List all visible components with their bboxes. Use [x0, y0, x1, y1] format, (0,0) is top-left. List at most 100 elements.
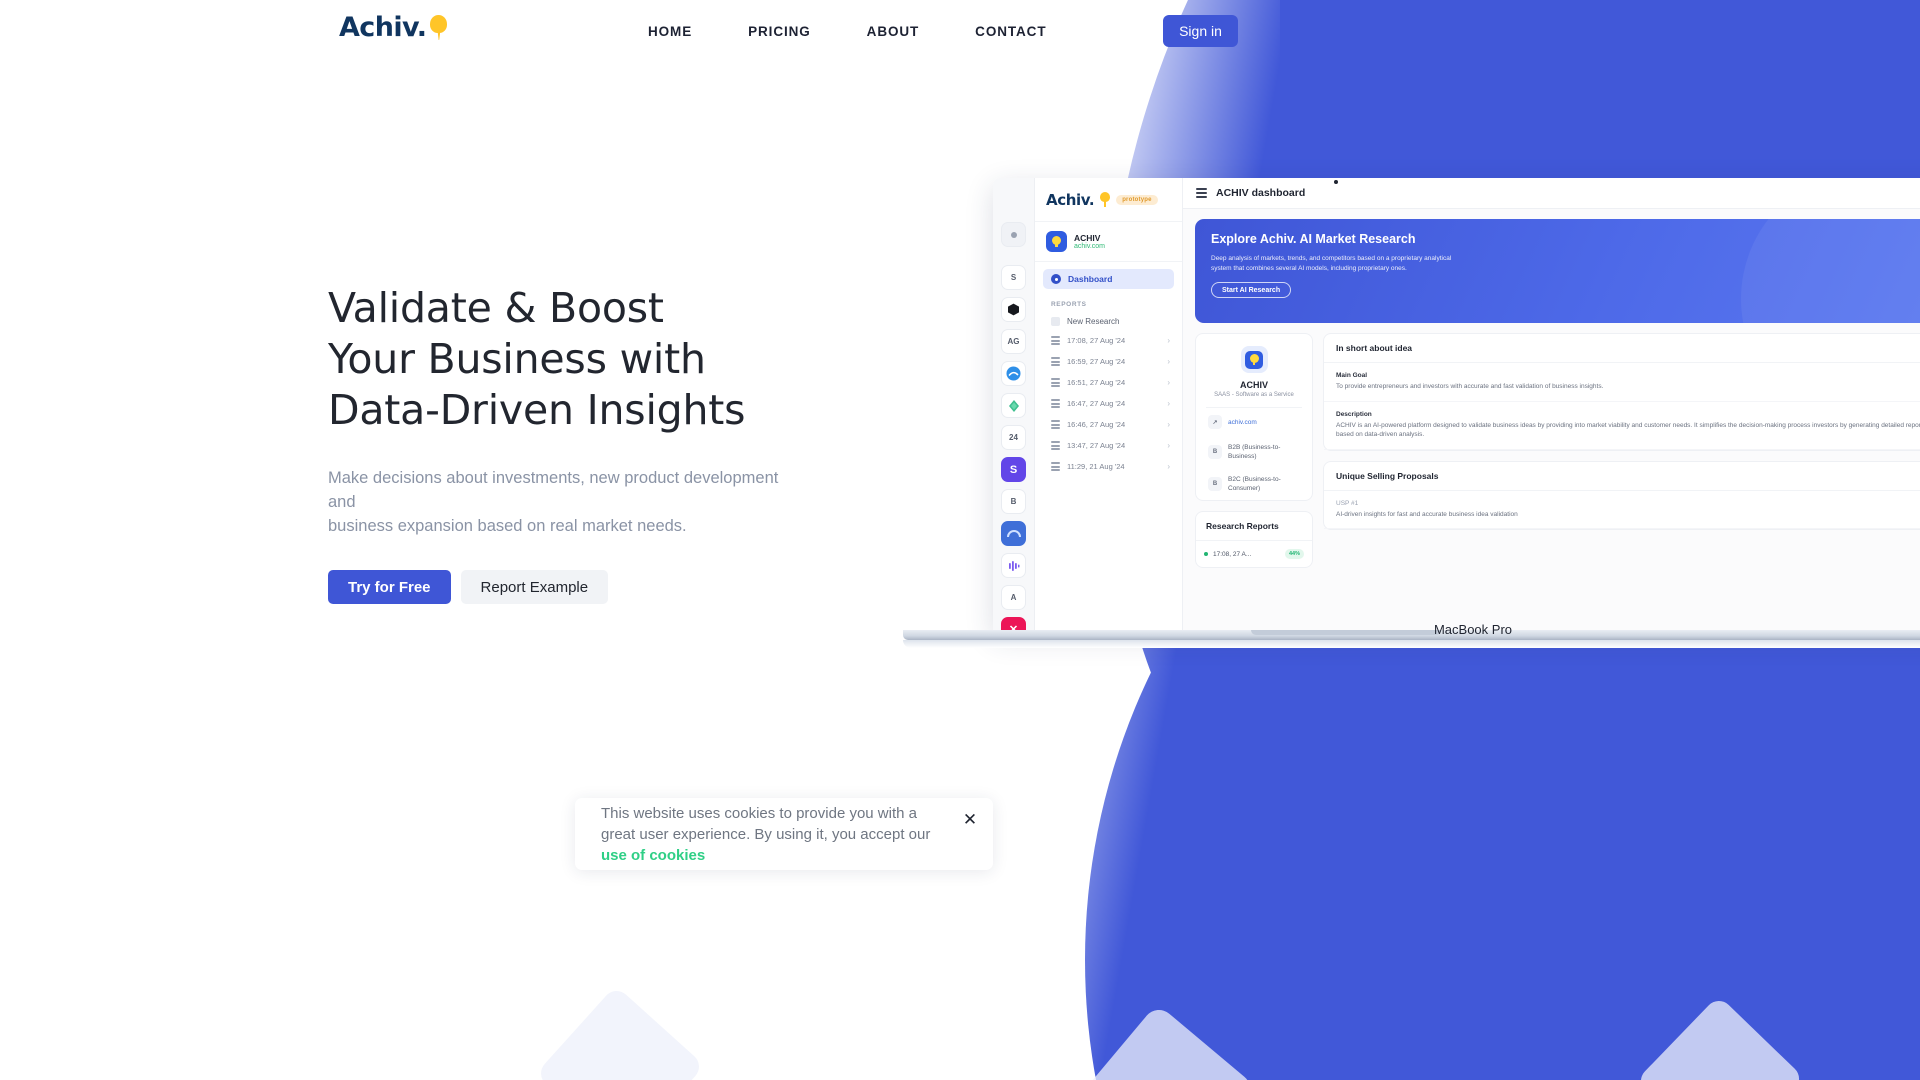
usp-panel-title: Unique Selling Proposals — [1324, 462, 1920, 491]
report-icon — [1051, 420, 1060, 429]
start-ai-research-button[interactable]: Start AI Research — [1211, 282, 1292, 298]
workspace-switcher[interactable]: ACHIV achiv.com — [1035, 222, 1182, 262]
idea-summary-panel: In short about idea Main Goal To provide… — [1323, 333, 1920, 451]
report-list-item[interactable]: 16:46, 27 Aug '24 › — [1035, 414, 1182, 435]
promo-subtitle: Deep analysis of markets, trends, and co… — [1211, 255, 1452, 272]
cookie-message: This website uses cookies to provide you… — [601, 804, 931, 843]
prototype-badge: prototype — [1116, 194, 1158, 205]
dashboard-logo[interactable]: Achiv. prototype — [1035, 178, 1182, 222]
try-for-free-button[interactable]: Try for Free — [328, 570, 451, 604]
balloon-icon — [430, 15, 448, 41]
workspace-avatar-dot-icon[interactable] — [1001, 222, 1026, 247]
hamburger-menu-icon[interactable] — [1196, 188, 1207, 198]
dashboard-icon — [1051, 274, 1061, 284]
report-list-item[interactable]: 13:47, 27 Aug '24 › — [1035, 435, 1182, 456]
sidebar-item-dashboard[interactable]: Dashboard — [1043, 269, 1174, 289]
report-icon — [1051, 399, 1060, 408]
report-icon — [1051, 462, 1060, 471]
nav-item-contact[interactable]: CONTACT — [947, 24, 1074, 39]
report-icon — [1051, 336, 1060, 345]
ai-research-promo-card: Explore Achiv. AI Market Research Deep a… — [1195, 219, 1920, 323]
company-card: ACHIV SAAS - Software as a Service ↗ ach… — [1195, 333, 1313, 501]
report-icon — [1051, 378, 1060, 387]
idea-panel-section: Description ACHIV is an AI-powered platf… — [1324, 402, 1920, 450]
chevron-right-icon: › — [1167, 462, 1170, 471]
status-dot-icon — [1204, 552, 1208, 556]
company-url-row[interactable]: ↗ achiv.com — [1206, 408, 1302, 436]
report-time: 11:29, 21 Aug '24 — [1067, 462, 1125, 471]
dashboard-right-column: In short about idea Main Goal To provide… — [1323, 333, 1920, 631]
research-report-row[interactable]: 17:08, 27 A... 44% — [1196, 541, 1312, 567]
page-title: Validate & Boost Your Business with Data… — [328, 284, 746, 434]
report-list-item[interactable]: 16:51, 27 Aug '24 › — [1035, 372, 1182, 393]
cookie-text: This website uses cookies to provide you… — [601, 803, 931, 866]
dashboard-grid: ACHIV SAAS - Software as a Service ↗ ach… — [1183, 323, 1920, 631]
idea-panel-title: In short about idea — [1324, 334, 1920, 363]
watermark-shape — [535, 985, 705, 1080]
new-research-icon — [1051, 317, 1060, 326]
report-time: 13:47, 27 Aug '24 — [1067, 441, 1126, 450]
site-header: Achiv. HOME PRICING ABOUT CONTACT Sign i… — [0, 0, 1920, 62]
balloon-icon — [1100, 192, 1111, 207]
workspace-bulb-icon — [1046, 231, 1067, 252]
usp-text: AI-driven insights for fast and accurate… — [1336, 510, 1518, 518]
report-list-item[interactable]: 17:08, 27 Aug '24 › — [1035, 330, 1182, 351]
segment-label: B2C (Business-to-Consumer) — [1228, 476, 1281, 492]
sidebar-item-new-research[interactable]: New Research — [1035, 313, 1182, 330]
page-root: Achiv. HOME PRICING ABOUT CONTACT Sign i… — [0, 0, 1920, 1080]
report-example-button[interactable]: Report Example — [460, 570, 609, 604]
close-icon[interactable]: ✕ — [960, 809, 980, 829]
report-list-item[interactable]: 16:59, 27 Aug '24 › — [1035, 351, 1182, 372]
dashboard-app: S AG 24 S B A ✕ Achiv. prototype ACHIV a… — [993, 178, 1920, 631]
hero-section: Validate & Boost Your Business with Data… — [328, 283, 1048, 604]
report-list-item[interactable]: 16:47, 27 Aug '24 › — [1035, 393, 1182, 414]
nav-item-about[interactable]: ABOUT — [839, 24, 948, 39]
segment-icon: B — [1208, 445, 1222, 459]
company-url: achiv.com — [1228, 418, 1257, 426]
site-logo[interactable]: Achiv. — [339, 14, 448, 41]
dashboard-title: ACHIV dashboard — [1216, 187, 1306, 199]
chevron-right-icon: › — [1167, 441, 1170, 450]
status-badge: 44% — [1284, 549, 1304, 559]
cookie-banner: This website uses cookies to provide you… — [575, 798, 993, 870]
chevron-right-icon: › — [1167, 420, 1170, 429]
report-time: 17:08, 27 A... — [1213, 550, 1252, 558]
chevron-right-icon: › — [1167, 357, 1170, 366]
dashboard-sidebar: Achiv. prototype ACHIV achiv.com Dashboa… — [1035, 178, 1183, 631]
workspace-url: achiv.com — [1074, 243, 1105, 251]
sidebar-item-label: New Research — [1067, 317, 1120, 326]
dashboard-topbar: ACHIV dashboard — [1183, 178, 1920, 209]
use-of-cookies-link[interactable]: use of cookies — [601, 847, 705, 864]
segment-label: B2B (Business-to-Business) — [1228, 444, 1281, 460]
nav-item-home[interactable]: HOME — [620, 24, 720, 39]
chevron-right-icon: › — [1167, 399, 1170, 408]
sidebar-section-label: REPORTS — [1051, 301, 1087, 308]
chevron-right-icon: › — [1167, 336, 1170, 345]
report-icon — [1051, 357, 1060, 366]
report-list-item[interactable]: 11:29, 21 Aug '24 › — [1035, 456, 1182, 477]
company-segment-row: B B2C (Business-to-Consumer) — [1206, 468, 1302, 500]
research-reports-card: Research Reports 17:08, 27 A... 44% — [1195, 511, 1313, 568]
dashboard-left-column: ACHIV SAAS - Software as a Service ↗ ach… — [1195, 333, 1313, 631]
laptop-mockup: S AG 24 S B A ✕ Achiv. prototype ACHIV a… — [903, 178, 1920, 648]
laptop-label: MacBook Pro — [1433, 622, 1513, 637]
chevron-right-icon: › — [1167, 378, 1170, 387]
section-label: Main Goal — [1336, 372, 1368, 379]
company-segment-row: B B2B (Business-to-Business) — [1206, 436, 1302, 468]
company-name: ACHIV — [1239, 380, 1268, 390]
external-link-icon: ↗ — [1208, 415, 1222, 429]
sign-in-button[interactable]: Sign in — [1163, 15, 1238, 47]
report-time: 16:51, 27 Aug '24 — [1067, 378, 1126, 387]
usp-label: USP #1 — [1336, 499, 1359, 507]
report-time: 17:08, 27 Aug '24 — [1067, 336, 1126, 345]
promo-title: Explore Achiv. AI Market Research — [1211, 232, 1416, 246]
laptop-base-shadow — [903, 640, 1920, 648]
nav-item-pricing[interactable]: PRICING — [720, 24, 839, 39]
segment-icon: B — [1208, 477, 1222, 491]
report-icon — [1051, 441, 1060, 450]
section-text: ACHIV is an AI-powered platform designed… — [1336, 421, 1920, 439]
dashboard-logo-text: Achiv. — [1046, 190, 1095, 209]
research-reports-title: Research Reports — [1196, 512, 1312, 541]
hero-actions: Try for Free Report Example — [328, 570, 1048, 604]
company-type: SAAS - Software as a Service — [1206, 392, 1302, 408]
